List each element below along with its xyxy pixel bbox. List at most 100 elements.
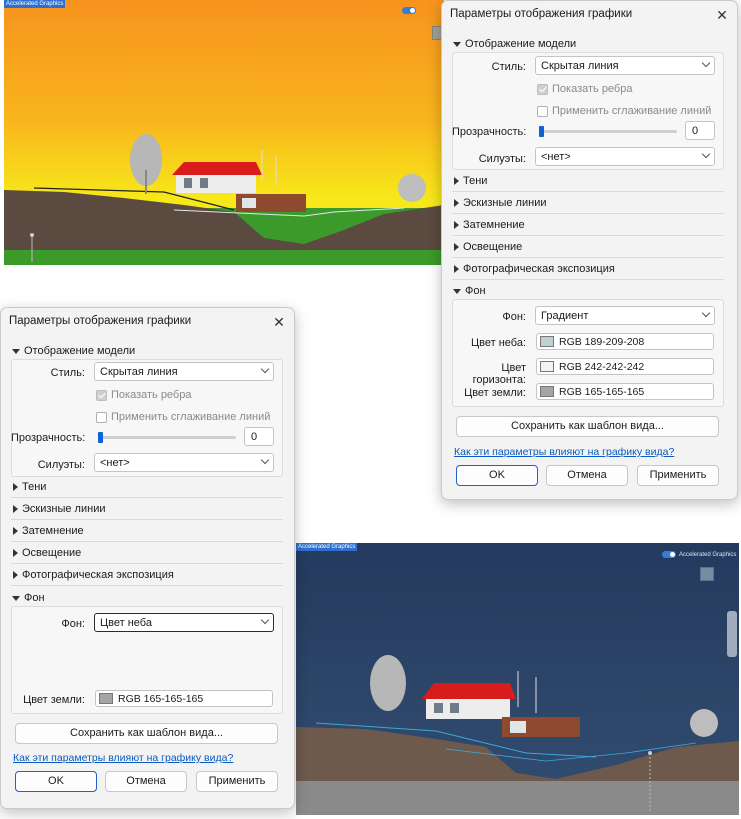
ground-color-label: Цвет земли: [23, 694, 85, 706]
ok-button[interactable]: OK [15, 771, 97, 792]
collapse-icon [12, 348, 20, 354]
silhouettes-value: <нет> [100, 457, 130, 469]
close-icon[interactable]: ✕ [715, 8, 729, 22]
ground-color-field[interactable]: RGB 165-165-165 [536, 383, 714, 400]
section-shading[interactable]: Затемнение [13, 525, 84, 537]
expand-icon [454, 199, 459, 207]
transparency-input[interactable]: 0 [244, 427, 274, 446]
collapse-icon [12, 595, 20, 601]
checkbox-icon [96, 389, 107, 401]
divider [11, 563, 283, 564]
section-photo-exposure[interactable]: Фотографическая экспозиция [454, 263, 615, 275]
section-label: Тени [22, 481, 47, 493]
cancel-button[interactable]: Отмена [546, 465, 628, 486]
silhouettes-select[interactable]: <нет> [535, 147, 715, 166]
ground-color-field[interactable]: RGB 165-165-165 [95, 690, 273, 707]
silhouettes-select[interactable]: <нет> [94, 453, 274, 472]
collapse-icon [453, 41, 461, 47]
section-label: Затемнение [463, 219, 525, 231]
sky-color-label: Цвет неба: [471, 337, 526, 349]
divider [11, 541, 283, 542]
show-edges-checkbox[interactable]: Показать ребра [96, 389, 191, 401]
chevron-down-icon [701, 149, 711, 159]
cancel-button[interactable]: Отмена [105, 771, 187, 792]
silhouettes-label: Силуэты: [37, 459, 85, 471]
background-value: Цвет неба [100, 617, 152, 629]
slider-thumb[interactable] [98, 432, 103, 443]
help-link[interactable]: Как эти параметры влияют на графику вида… [13, 752, 233, 764]
save-template-button[interactable]: Сохранить как шаблон вида... [15, 723, 278, 744]
expand-icon [13, 527, 18, 535]
chevron-down-icon [260, 364, 270, 374]
checkbox-icon [537, 83, 548, 95]
checkbox-icon [537, 105, 548, 117]
section-background[interactable]: Фон [453, 285, 486, 297]
graphics-toggle[interactable]: Accelerated Graphics [662, 551, 736, 558]
expand-icon [13, 505, 18, 513]
help-link[interactable]: Как эти параметры влияют на графику вида… [454, 446, 674, 458]
smooth-lines-checkbox[interactable]: Применить сглаживание линий [537, 105, 711, 117]
show-edges-checkbox[interactable]: Показать ребра [537, 83, 632, 95]
chevron-down-icon [701, 308, 711, 318]
apply-button[interactable]: Применить [637, 465, 719, 486]
section-lighting[interactable]: Освещение [454, 241, 522, 253]
divider [11, 585, 283, 586]
viewport-sky[interactable]: Accelerated Graphics Accelerated Graphic… [296, 543, 739, 815]
graphics-toggle[interactable] [402, 7, 416, 14]
ok-button[interactable]: OK [456, 465, 538, 486]
graphics-toggle-label: Accelerated Graphics [679, 551, 737, 558]
model-scene [296, 655, 739, 815]
horizon-color-swatch [540, 361, 554, 372]
sky-color-swatch [540, 336, 554, 347]
section-label: Фотографическая экспозиция [22, 569, 174, 581]
divider [452, 279, 724, 280]
section-model-display[interactable]: Отображение модели [12, 345, 135, 357]
slider-thumb[interactable] [539, 126, 544, 137]
section-background[interactable]: Фон [12, 592, 45, 604]
section-label: Освещение [463, 241, 523, 253]
expand-icon [454, 243, 459, 251]
section-model-display[interactable]: Отображение модели [453, 38, 576, 50]
transparency-input[interactable]: 0 [685, 121, 715, 140]
model-scene [4, 134, 444, 265]
expand-icon [454, 265, 459, 273]
apply-button[interactable]: Применить [196, 771, 278, 792]
section-sketchy-lines[interactable]: Эскизные линии [13, 503, 106, 515]
section-shading[interactable]: Затемнение [454, 219, 525, 231]
chevron-down-icon [701, 58, 711, 68]
chevron-down-icon [260, 615, 270, 625]
background-value: Градиент [541, 310, 589, 322]
smooth-lines-checkbox[interactable]: Применить сглаживание линий [96, 411, 270, 423]
chevron-down-icon [260, 455, 270, 465]
viewcube-icon[interactable] [700, 567, 714, 581]
section-shadows[interactable]: Тени [13, 481, 46, 493]
dialog-title: Параметры отображения графики [450, 8, 633, 20]
section-photo-exposure[interactable]: Фотографическая экспозиция [13, 569, 174, 581]
section-label: Отображение модели [24, 345, 136, 357]
horizon-color-field[interactable]: RGB 242-242-242 [536, 358, 714, 375]
close-icon[interactable]: ✕ [272, 315, 286, 329]
style-select[interactable]: Скрытая линия [535, 56, 715, 75]
divider [11, 519, 283, 520]
horizon-color-value: RGB 242-242-242 [559, 360, 645, 373]
section-sketchy-lines[interactable]: Эскизные линии [454, 197, 547, 209]
nav-bar[interactable] [727, 611, 737, 657]
section-shadows[interactable]: Тени [454, 175, 487, 187]
viewport-gradient[interactable]: Accelerated Graphics [4, 0, 444, 265]
section-label: Фон [24, 592, 45, 604]
transparency-label: Прозрачность: [452, 126, 527, 138]
transparency-slider[interactable] [98, 432, 236, 443]
sky-color-field[interactable]: RGB 189-209-208 [536, 333, 714, 350]
style-label: Стиль: [50, 367, 85, 379]
section-label: Тени [463, 175, 488, 187]
horizon-color-label: Цвет горизонта: [472, 362, 526, 386]
show-edges-label: Показать ребра [111, 389, 192, 401]
transparency-slider[interactable] [539, 126, 677, 137]
section-lighting[interactable]: Освещение [13, 547, 81, 559]
save-template-button[interactable]: Сохранить как шаблон вида... [456, 416, 719, 437]
section-label: Освещение [22, 547, 82, 559]
background-select[interactable]: Цвет неба [94, 613, 274, 632]
style-select[interactable]: Скрытая линия [94, 362, 274, 381]
background-select[interactable]: Градиент [535, 306, 715, 325]
dialog-title: Параметры отображения графики [9, 315, 192, 327]
